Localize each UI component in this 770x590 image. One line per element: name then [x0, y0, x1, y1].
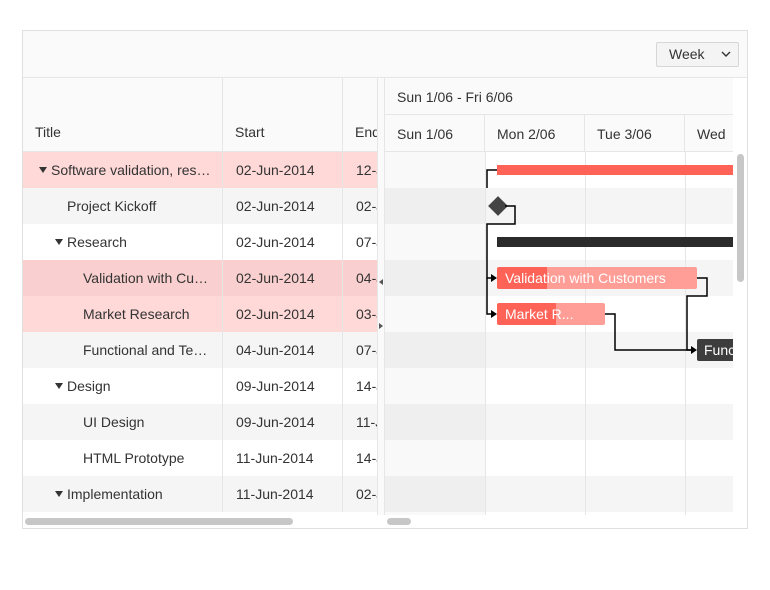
expand-right-icon[interactable] [378, 322, 384, 330]
task-end-cell[interactable]: 02-Jun-2014 [343, 188, 377, 224]
timeline-horizontal-scrollbar[interactable] [385, 515, 733, 528]
table-row[interactable]: Research 02-Jun-201407-Jun-2014 [23, 224, 377, 260]
task-start-cell[interactable]: 04-Jun-2014 [223, 332, 343, 368]
column-header-title[interactable]: Title [23, 78, 223, 152]
task-title: Project Kickoff [67, 198, 157, 214]
task-start-cell[interactable]: 02-Jun-2014 [223, 152, 343, 188]
collapse-left-icon[interactable] [378, 278, 384, 286]
timeline-day-header: Tue 3/06 [585, 115, 685, 152]
gantt-chart: Week Title Start End Software validation… [22, 30, 748, 529]
grid-header: Title Start End [23, 78, 377, 152]
task-grid: Title Start End Software validation, res… [23, 78, 377, 515]
task-title-cell[interactable]: Validation with Customers [23, 260, 223, 296]
table-row[interactable]: Design 09-Jun-201414-Jun-2014 [23, 368, 377, 404]
task-title: Market Research [83, 306, 190, 322]
timeline-vertical-scrollbar[interactable] [733, 152, 747, 515]
timeline-day-header: Wed [697, 126, 726, 142]
task-start-cell[interactable]: 02-Jun-2014 [223, 224, 343, 260]
timeline-day-header: Sun 1/06 [385, 115, 485, 152]
column-header-start[interactable]: Start [223, 78, 343, 152]
task-bar-market-research[interactable]: Market R... [497, 303, 605, 325]
timeline-body: Validation with Customers Market R... Fu… [385, 152, 733, 515]
task-title: Software validation, research and implem… [51, 162, 222, 178]
table-row[interactable]: Project Kickoff 02-Jun-201402-Jun-2014 [23, 188, 377, 224]
expand-toggle-icon[interactable] [39, 167, 47, 173]
task-end-cell[interactable]: 14-Jun-2014 [343, 368, 377, 404]
view-select[interactable]: Week [656, 42, 739, 67]
view-select-label: Week [669, 46, 705, 62]
task-title-cell[interactable]: Implementation [23, 476, 223, 512]
timeline-week-range: Sun 1/06 - Fri 6/06 [385, 78, 733, 115]
table-row[interactable]: UI Design 09-Jun-201411-Jun-2014 [23, 404, 377, 440]
weekend-column [385, 152, 485, 515]
task-title-cell[interactable]: Design [23, 368, 223, 404]
task-title: Implementation [67, 486, 163, 502]
task-title-cell[interactable]: HTML Prototype [23, 440, 223, 476]
task-title: Research [67, 234, 127, 250]
timeline-header: Sun 1/06 - Fri 6/06 Sun 1/06 Mon 2/06 Tu… [385, 78, 733, 152]
task-end-cell[interactable]: 07-Jun-2014 [343, 332, 377, 368]
task-title: Design [67, 378, 111, 394]
expand-toggle-icon[interactable] [55, 383, 63, 389]
grid-horizontal-scrollbar[interactable] [23, 515, 377, 528]
task-start-cell[interactable]: 02-Jun-2014 [223, 260, 343, 296]
table-row[interactable]: Market Research 02-Jun-201403-Jun-2014 [23, 296, 377, 332]
task-end-cell[interactable]: 11-Jun-2014 [343, 404, 377, 440]
table-row[interactable]: HTML Prototype 11-Jun-201414-Jun-2014 [23, 440, 377, 476]
task-start-cell[interactable]: 02-Jun-2014 [223, 296, 343, 332]
task-end-cell[interactable]: 07-Jun-2014 [343, 224, 377, 260]
task-bar-label: Market R... [505, 306, 574, 322]
chevron-down-icon [721, 51, 731, 57]
task-end-cell[interactable]: 03-Jun-2014 [343, 296, 377, 332]
summary-bar-research[interactable] [497, 237, 733, 247]
task-bar-functional-spec[interactable]: Functional and Technical Specification [697, 339, 733, 361]
task-end-cell[interactable]: 02-Jun-2014 [343, 476, 377, 512]
table-row[interactable]: Validation with Customers02-Jun-201404-J… [23, 260, 377, 296]
task-title-cell[interactable]: Research [23, 224, 223, 260]
task-title-cell[interactable]: Functional and Technical Specification [23, 332, 223, 368]
day-gridline [485, 152, 486, 515]
task-title: Functional and Technical Specification [83, 342, 222, 358]
task-bar-label: Functional and Technical Specification [704, 342, 733, 358]
scrollbar-thumb[interactable] [737, 154, 744, 282]
table-row[interactable]: Software validation, research and implem… [23, 152, 377, 188]
task-title: HTML Prototype [83, 450, 185, 466]
task-start-cell[interactable]: 11-Jun-2014 [223, 476, 343, 512]
summary-bar-fill [497, 165, 733, 175]
scrollbar-thumb[interactable] [387, 518, 411, 525]
task-title-cell[interactable]: Market Research [23, 296, 223, 332]
task-start-cell[interactable]: 09-Jun-2014 [223, 404, 343, 440]
table-row[interactable]: Functional and Technical Specification04… [23, 332, 377, 368]
gantt-toolbar: Week [23, 31, 747, 78]
task-bar-validation[interactable]: Validation with Customers [497, 267, 697, 289]
table-row[interactable]: Implementation 11-Jun-201402-Jun-2014 [23, 476, 377, 512]
task-title: Validation with Customers [83, 270, 223, 286]
task-title-cell[interactable]: Software validation, research and implem… [23, 152, 223, 188]
task-end-cell[interactable]: 04-Jun-2014 [343, 260, 377, 296]
task-title-cell[interactable]: UI Design [23, 404, 223, 440]
summary-bar-fill [497, 237, 733, 247]
task-start-cell[interactable]: 09-Jun-2014 [223, 368, 343, 404]
timeline-pane: Sun 1/06 - Fri 6/06 Sun 1/06 Mon 2/06 Tu… [385, 78, 733, 515]
task-end-cell[interactable]: 12-Jun-2014 [343, 152, 377, 188]
scrollbar-thumb[interactable] [25, 518, 293, 525]
timeline-day-header: Mon 2/06 [485, 115, 585, 152]
task-title: UI Design [83, 414, 145, 430]
expand-toggle-icon[interactable] [55, 239, 63, 245]
task-end-cell[interactable]: 14-Jun-2014 [343, 440, 377, 476]
summary-bar-project[interactable] [497, 165, 733, 175]
pane-splitter[interactable] [377, 78, 385, 515]
task-title-cell[interactable]: Project Kickoff [23, 188, 223, 224]
day-gridline [585, 152, 586, 515]
expand-toggle-icon[interactable] [55, 491, 63, 497]
column-header-end[interactable]: End [343, 78, 377, 152]
task-bar-label: Validation with Customers [505, 270, 666, 286]
task-start-cell[interactable]: 02-Jun-2014 [223, 188, 343, 224]
day-gridline [685, 152, 686, 515]
task-start-cell[interactable]: 11-Jun-2014 [223, 440, 343, 476]
